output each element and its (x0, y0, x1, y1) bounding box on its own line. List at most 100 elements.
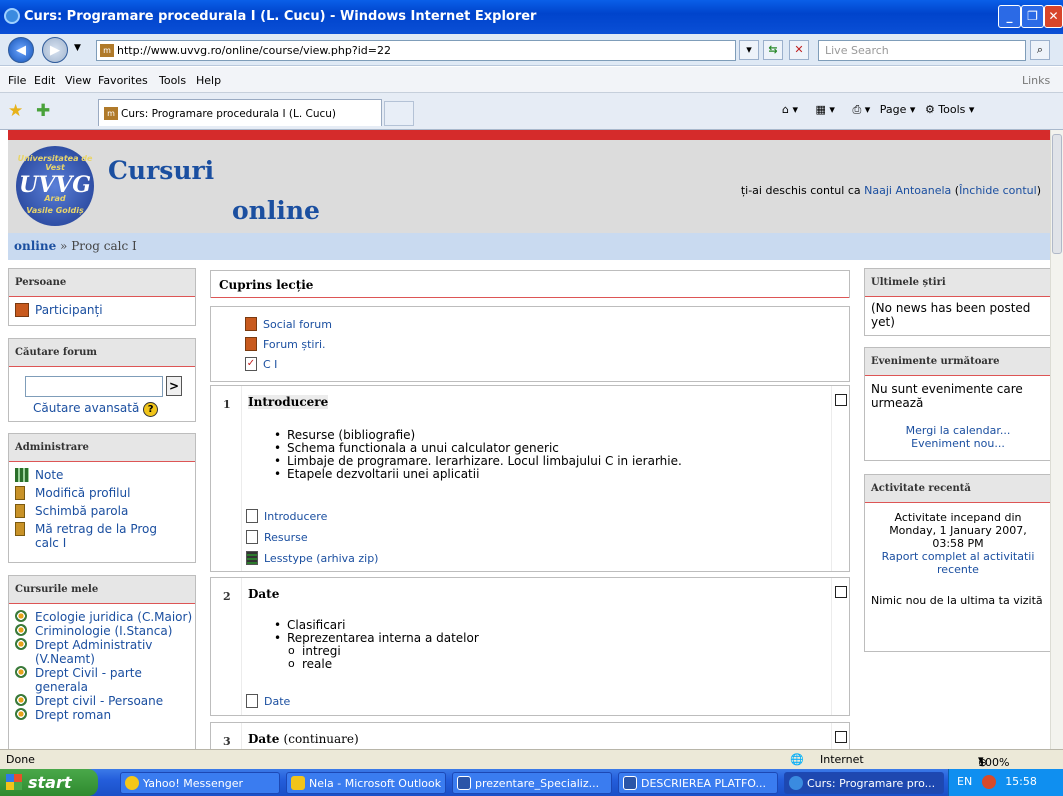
minimize-button[interactable]: _ (998, 5, 1021, 28)
resource-link[interactable]: Lesstype (arhiva zip) (246, 551, 379, 565)
tray-app-icon[interactable] (981, 775, 996, 789)
language-indicator[interactable]: EN (957, 775, 972, 788)
tools-menu[interactable]: ⚙ Tools ▾ (925, 103, 975, 116)
section-3: 3 Date (continuare) (210, 722, 850, 749)
security-zone-icon: 🌐 (790, 753, 804, 766)
course-link[interactable]: Ecologie juridica (C.Maior) (9, 610, 195, 624)
calendar-link[interactable]: Mergi la calendar... (865, 424, 1050, 437)
system-tray: EN 15:58 (948, 769, 1063, 796)
taskbar-item-label: DESCRIEREA PLATFO... (641, 777, 766, 790)
course-label: Drept civil - Persoane (35, 694, 164, 708)
advanced-search-link[interactable]: Căutare avansată ? (33, 401, 159, 417)
search-icon[interactable]: ⌕ (1030, 40, 1050, 60)
resource-link[interactable]: Date (246, 694, 290, 708)
internet-explorer-icon (789, 776, 803, 790)
internet-explorer-icon (4, 8, 20, 24)
menu-favorites[interactable]: Favorites (98, 74, 148, 87)
address-dropdown-icon[interactable]: ▾ (739, 40, 759, 60)
breadcrumb-home-link[interactable]: online (14, 239, 56, 253)
taskbar-item[interactable]: DESCRIEREA PLATFO... (618, 772, 778, 794)
resource-link[interactable]: Resurse (246, 530, 308, 544)
clock[interactable]: 15:58 (1005, 775, 1037, 788)
start-button[interactable]: start (0, 769, 98, 796)
profile-icon (15, 486, 25, 500)
resource-link[interactable]: Introducere (246, 509, 327, 523)
section-highlight-toggle[interactable] (835, 394, 847, 406)
refresh-button[interactable]: ⇆ (763, 40, 783, 60)
course-link[interactable]: Criminologie (I.Stanca) (9, 624, 195, 638)
window-title-bar[interactable]: Curs: Programare procedurala I (L. Cucu)… (0, 0, 1063, 34)
resource-link[interactable]: Social forum (245, 317, 332, 331)
menu-tools[interactable]: Tools (159, 74, 186, 87)
block-administrare: Administrare Note Modifică profilul Schi… (8, 433, 196, 563)
admin-item-unenrol[interactable]: Mă retrag de la Prog calc I (9, 522, 177, 550)
resource-link[interactable]: ✓ C I (245, 357, 277, 371)
help-icon[interactable]: ? (143, 402, 159, 417)
taskbar-item[interactable]: prezentare_Specializ... (452, 772, 612, 794)
block-title: Administrare (9, 434, 195, 462)
resource-link[interactable]: Forum știri. (245, 337, 326, 351)
tab-current[interactable]: m Curs: Programare procedurala I (L. Cuc… (98, 99, 382, 126)
stop-button[interactable]: ✕ (789, 40, 809, 60)
scrollbar-thumb[interactable] (1052, 134, 1062, 254)
page-scrollbar[interactable] (1050, 130, 1063, 749)
resource-label: Resurse (264, 531, 308, 544)
zoom-control[interactable]: ⊕ 100% ▾ (978, 753, 1009, 769)
menu-view[interactable]: View (65, 74, 91, 87)
course-label: Criminologie (I.Stanca) (35, 624, 173, 638)
course-icon (15, 624, 27, 636)
menu-file[interactable]: File (8, 74, 26, 87)
course-link[interactable]: Drept roman (9, 708, 195, 722)
favorites-star-icon[interactable]: ★ (8, 101, 23, 121)
new-event-link[interactable]: Eveniment nou... (865, 437, 1050, 450)
university-logo[interactable]: Universitatea de Vest UVVG Arad Vasile G… (16, 146, 94, 226)
section-highlight-toggle[interactable] (835, 586, 847, 598)
course-link[interactable]: Drept Administrativ (V.Neamt) (9, 638, 195, 666)
bullet-item: Etapele dezvoltarii unei aplicatii (272, 468, 682, 482)
taskbar-item[interactable]: Yahoo! Messenger (120, 772, 280, 794)
block-title: Ultimele știri (865, 269, 1050, 297)
taskbar-item-active[interactable]: Curs: Programare pro... (784, 772, 944, 794)
feeds-icon[interactable]: ▦ ▾ (816, 103, 835, 116)
menu-help[interactable]: Help (196, 74, 221, 87)
user-profile-link[interactable]: Naaji Antoanela (864, 184, 951, 197)
bullet-text: Clasificari (287, 618, 346, 632)
admin-item-profile[interactable]: Modifică profilul (9, 486, 195, 500)
zoom-level: 100% (978, 756, 1010, 769)
logout-paren-close: ) (1036, 184, 1041, 197)
search-input[interactable]: Live Search (818, 40, 1026, 61)
resource-label: Lesstype (arhiva zip) (264, 552, 379, 565)
sub-bullet-item: reale (272, 657, 479, 671)
add-favorite-icon[interactable]: ✚ (36, 101, 50, 121)
admin-item-note[interactable]: Note (9, 468, 195, 482)
full-report-link[interactable]: Raport complet al activitatii recente (865, 550, 1050, 576)
section-1: 1 Introducere Resurse (bibliografie) Sch… (210, 385, 850, 572)
participants-link[interactable]: Participanți (9, 303, 195, 317)
close-button[interactable]: ✕ (1044, 5, 1063, 28)
forward-button[interactable]: ▶ (42, 37, 68, 63)
admin-item-password[interactable]: Schimbă parola (9, 504, 195, 518)
section-body: Date (continuare) (241, 723, 831, 749)
forum-search-go-button[interactable]: > (166, 376, 182, 396)
resource-label: Forum știri. (263, 338, 326, 351)
section-highlight-toggle[interactable] (835, 731, 847, 743)
back-button[interactable]: ◀ (8, 37, 34, 63)
home-icon[interactable]: ⌂ ▾ (782, 103, 798, 116)
page-menu[interactable]: Page ▾ (880, 103, 916, 116)
new-tab-button[interactable] (384, 101, 414, 126)
history-dropdown-icon[interactable]: ▼ (74, 43, 81, 53)
course-label: Drept Administrativ (V.Neamt) (35, 638, 153, 666)
address-input[interactable]: m http://www.uvvg.ro/online/course/view.… (96, 40, 736, 61)
admin-item-label: Mă retrag de la Prog calc I (35, 522, 157, 550)
menu-edit[interactable]: Edit (34, 74, 55, 87)
forum-search-input[interactable] (25, 376, 163, 397)
events-empty-text: Nu sunt evenimente care urmează (871, 382, 1023, 410)
section-bullets: Clasificari Reprezentarea interna a date… (272, 619, 479, 671)
course-link[interactable]: Drept civil - Persoane (9, 694, 195, 708)
links-toolbar-label[interactable]: Links (1022, 74, 1050, 87)
course-link[interactable]: Drept Civil - parte generala (9, 666, 195, 694)
maximize-button[interactable]: ❐ (1021, 5, 1044, 28)
logout-link[interactable]: Închide contul (959, 184, 1037, 197)
taskbar-item[interactable]: Nela - Microsoft Outlook (286, 772, 446, 794)
print-icon[interactable]: ⎙ ▾ (852, 103, 870, 116)
